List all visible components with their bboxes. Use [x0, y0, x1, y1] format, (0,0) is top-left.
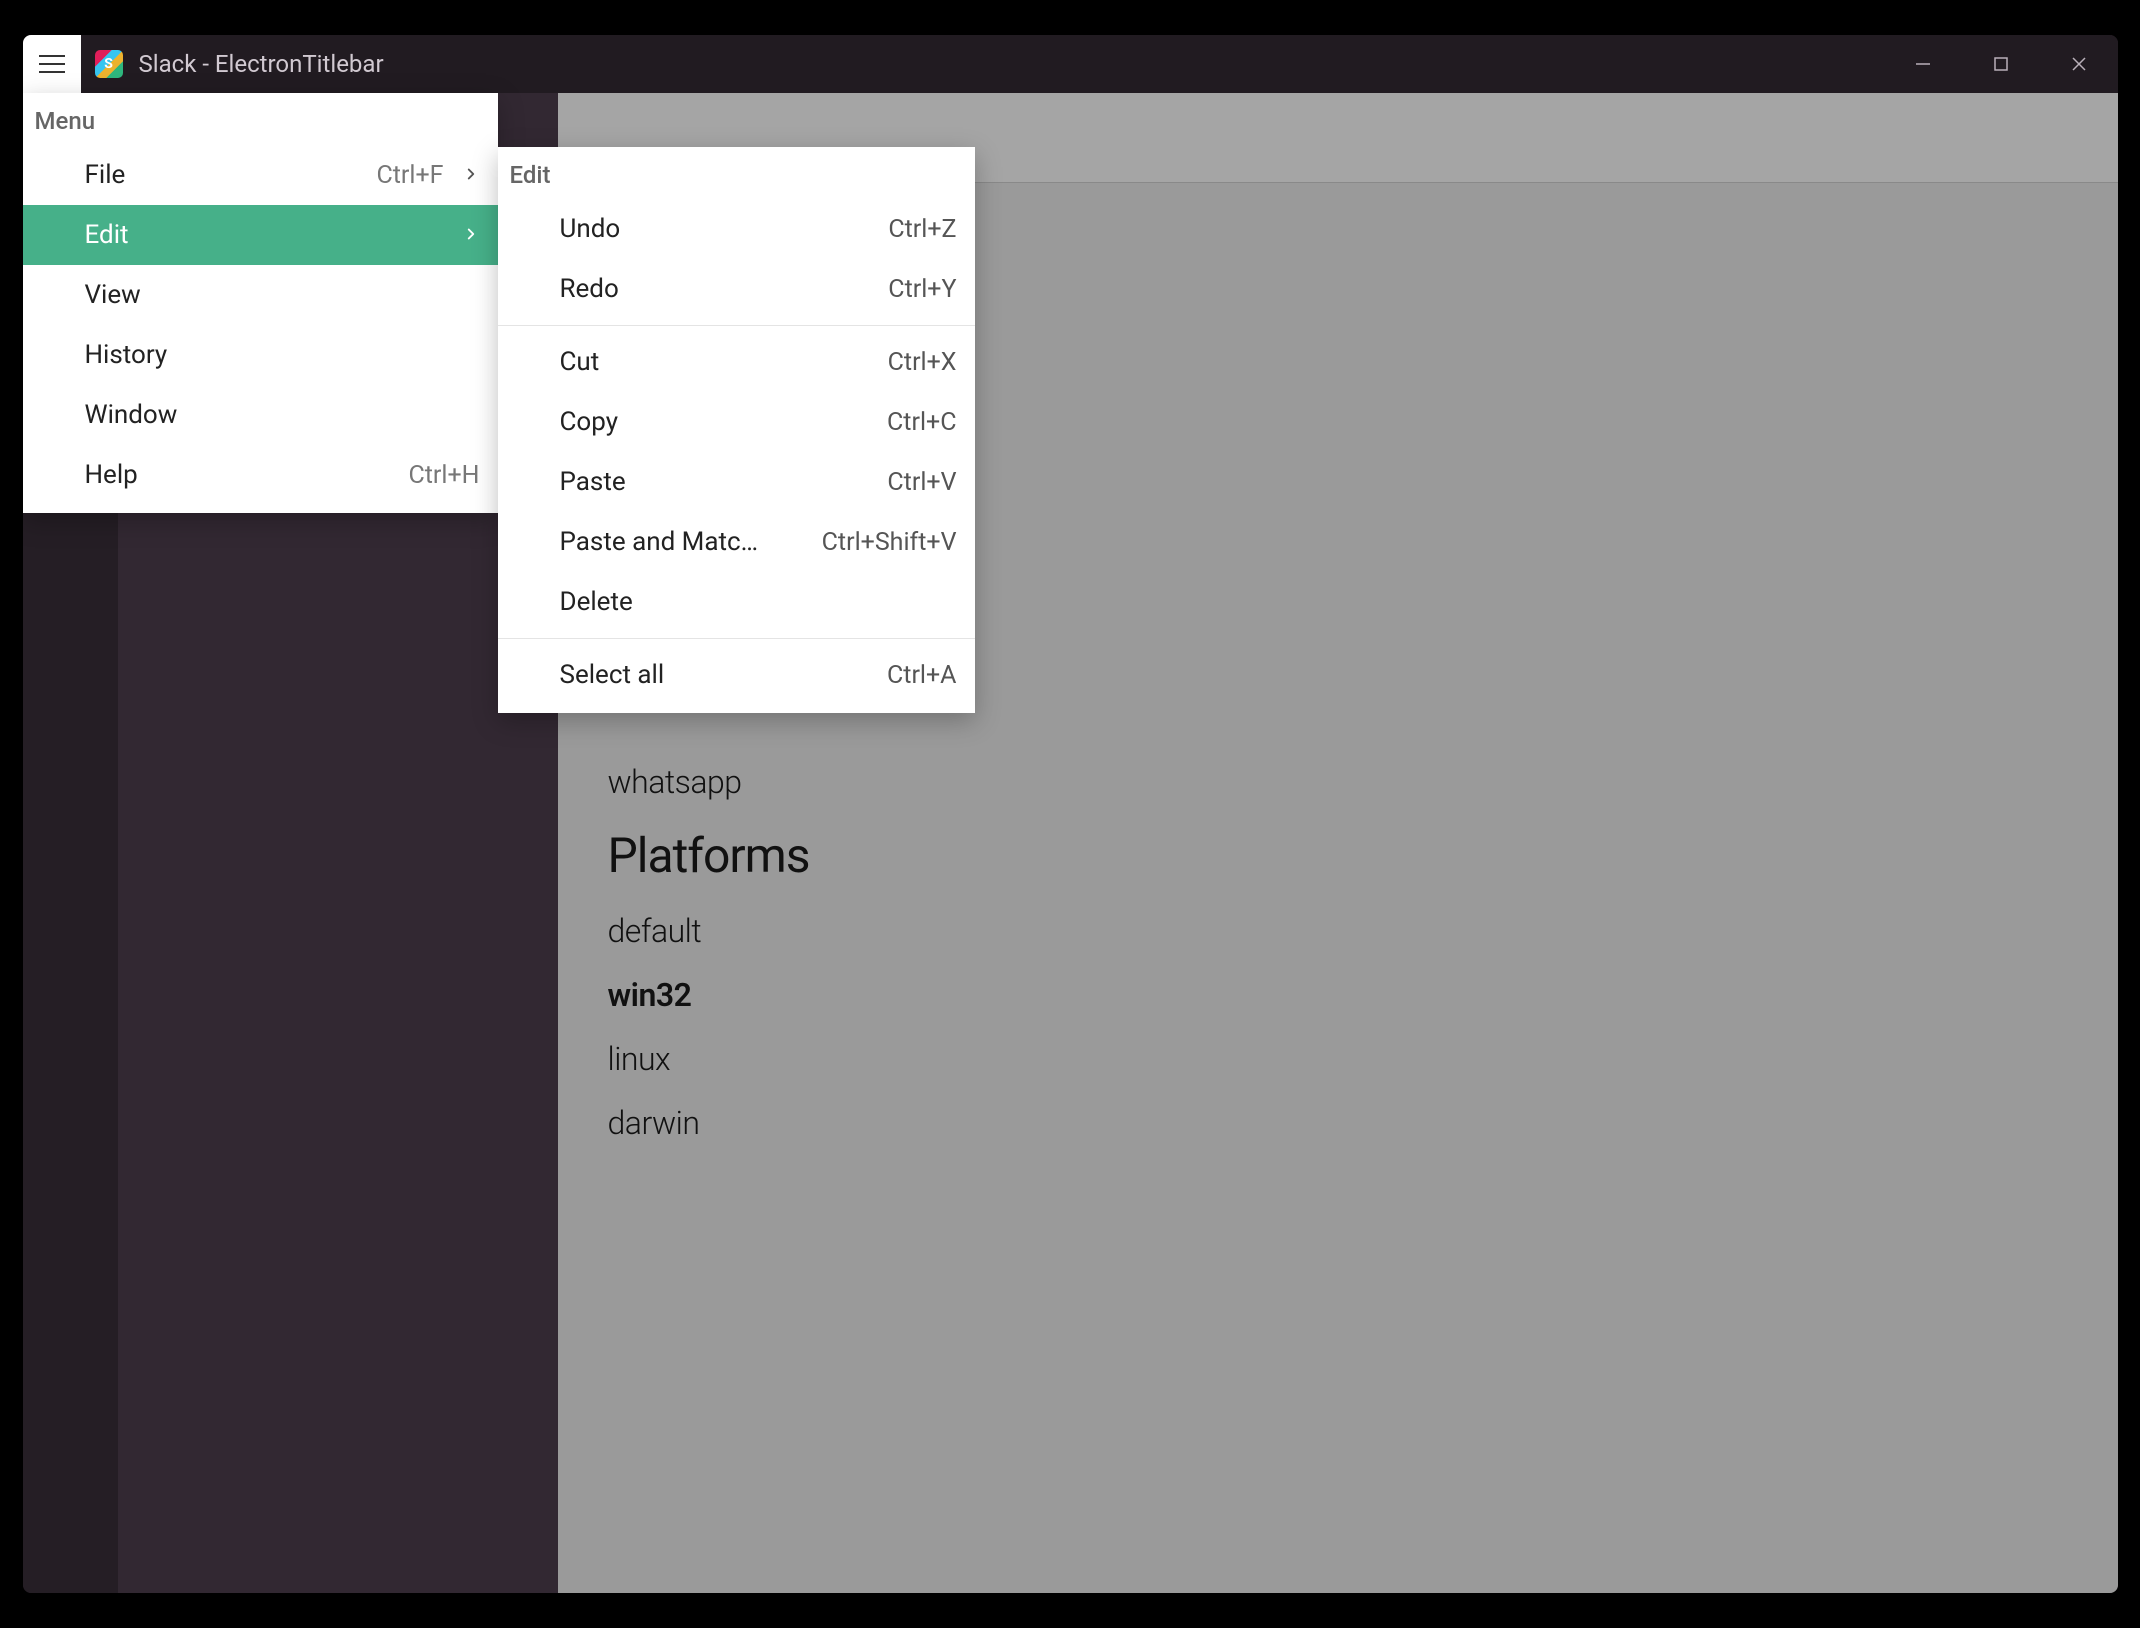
submenu-item-label: Delete	[560, 587, 633, 617]
submenu-item-label: Select all	[560, 660, 665, 690]
menu-item-label: View	[85, 280, 141, 310]
submenu-item-shortcut: Ctrl+A	[887, 661, 957, 690]
submenu-item-undo[interactable]: Undo Ctrl+Z	[498, 199, 975, 259]
menu-item-label: Help	[85, 460, 138, 490]
hamburger-menu-button[interactable]	[23, 35, 81, 93]
submenu-item-copy[interactable]: Copy Ctrl+C	[498, 392, 975, 452]
menu-separator	[498, 638, 975, 639]
platform-item[interactable]: win32	[608, 976, 2068, 1014]
minimize-button[interactable]	[1884, 35, 1962, 93]
platform-item[interactable]: default	[608, 912, 2068, 950]
submenu-popup: Edit Undo Ctrl+Z Redo Ctrl+Y Cut Ctrl+X …	[498, 147, 975, 713]
close-button[interactable]	[2040, 35, 2118, 93]
menu-item-label: File	[85, 160, 126, 190]
platform-item[interactable]: darwin	[608, 1104, 2068, 1142]
submenu-item-delete[interactable]: Delete	[498, 572, 975, 632]
maximize-icon	[1992, 55, 2010, 73]
app-window: S Slack - ElectronTitlebar whatsapp Plat…	[23, 35, 2118, 1593]
window-title: Slack - ElectronTitlebar	[139, 50, 384, 78]
titlebar: S Slack - ElectronTitlebar	[23, 35, 2118, 93]
submenu-item-paste[interactable]: Paste Ctrl+V	[498, 452, 975, 512]
submenu-item-label: Paste	[560, 467, 626, 497]
submenu-item-label: Cut	[560, 347, 600, 377]
menu-item-history[interactable]: History	[23, 325, 498, 385]
menu-item-shortcut: Ctrl+H	[408, 461, 479, 490]
chevron-right-icon	[462, 160, 480, 190]
maximize-button[interactable]	[1962, 35, 2040, 93]
menu-item-label: Edit	[85, 220, 129, 250]
menu-item-label: Window	[85, 400, 178, 430]
submenu-item-shortcut: Ctrl+Y	[888, 275, 956, 304]
chevron-right-icon	[462, 220, 480, 250]
submenu-item-shortcut: Ctrl+Z	[888, 215, 956, 244]
submenu-item-shortcut: Ctrl+Shift+V	[822, 528, 957, 557]
platform-item[interactable]: linux	[608, 1040, 2068, 1078]
submenu-item-shortcut: Ctrl+V	[887, 468, 956, 497]
submenu-item-select-all[interactable]: Select all Ctrl+A	[498, 645, 975, 705]
minimize-icon	[1914, 55, 1932, 73]
submenu-header: Edit	[498, 147, 975, 199]
submenu-item-cut[interactable]: Cut Ctrl+X	[498, 332, 975, 392]
menu-item-shortcut: Ctrl+F	[376, 161, 443, 190]
submenu-item-redo[interactable]: Redo Ctrl+Y	[498, 259, 975, 319]
app-icon-letter: S	[104, 56, 113, 72]
content-item[interactable]: whatsapp	[608, 763, 2068, 801]
menu-item-label: History	[85, 340, 168, 370]
menu-item-view[interactable]: View	[23, 265, 498, 325]
submenu-item-shortcut: Ctrl+C	[887, 408, 956, 437]
menu-item-window[interactable]: Window	[23, 385, 498, 445]
submenu-item-label: Redo	[560, 274, 619, 304]
app-icon: S	[95, 50, 123, 78]
close-icon	[2070, 55, 2088, 73]
menu-popup: Menu File Ctrl+F Edit View History Windo…	[23, 93, 498, 513]
submenu-item-label: Paste and Match …	[560, 527, 770, 557]
menu-separator	[498, 325, 975, 326]
hamburger-line	[39, 63, 65, 65]
submenu-item-paste-match[interactable]: Paste and Match … Ctrl+Shift+V	[498, 512, 975, 572]
menu-item-edit[interactable]: Edit	[23, 205, 498, 265]
submenu-item-label: Copy	[560, 407, 619, 437]
hamburger-line	[39, 71, 65, 73]
menu-item-file[interactable]: File Ctrl+F	[23, 145, 498, 205]
window-controls	[1884, 35, 2118, 93]
hamburger-line	[39, 55, 65, 57]
submenu-item-label: Undo	[560, 214, 621, 244]
menu-item-help[interactable]: Help Ctrl+H	[23, 445, 498, 505]
content-heading: Platforms	[608, 827, 2068, 884]
submenu-item-shortcut: Ctrl+X	[888, 348, 957, 377]
menu-header: Menu	[23, 93, 498, 145]
